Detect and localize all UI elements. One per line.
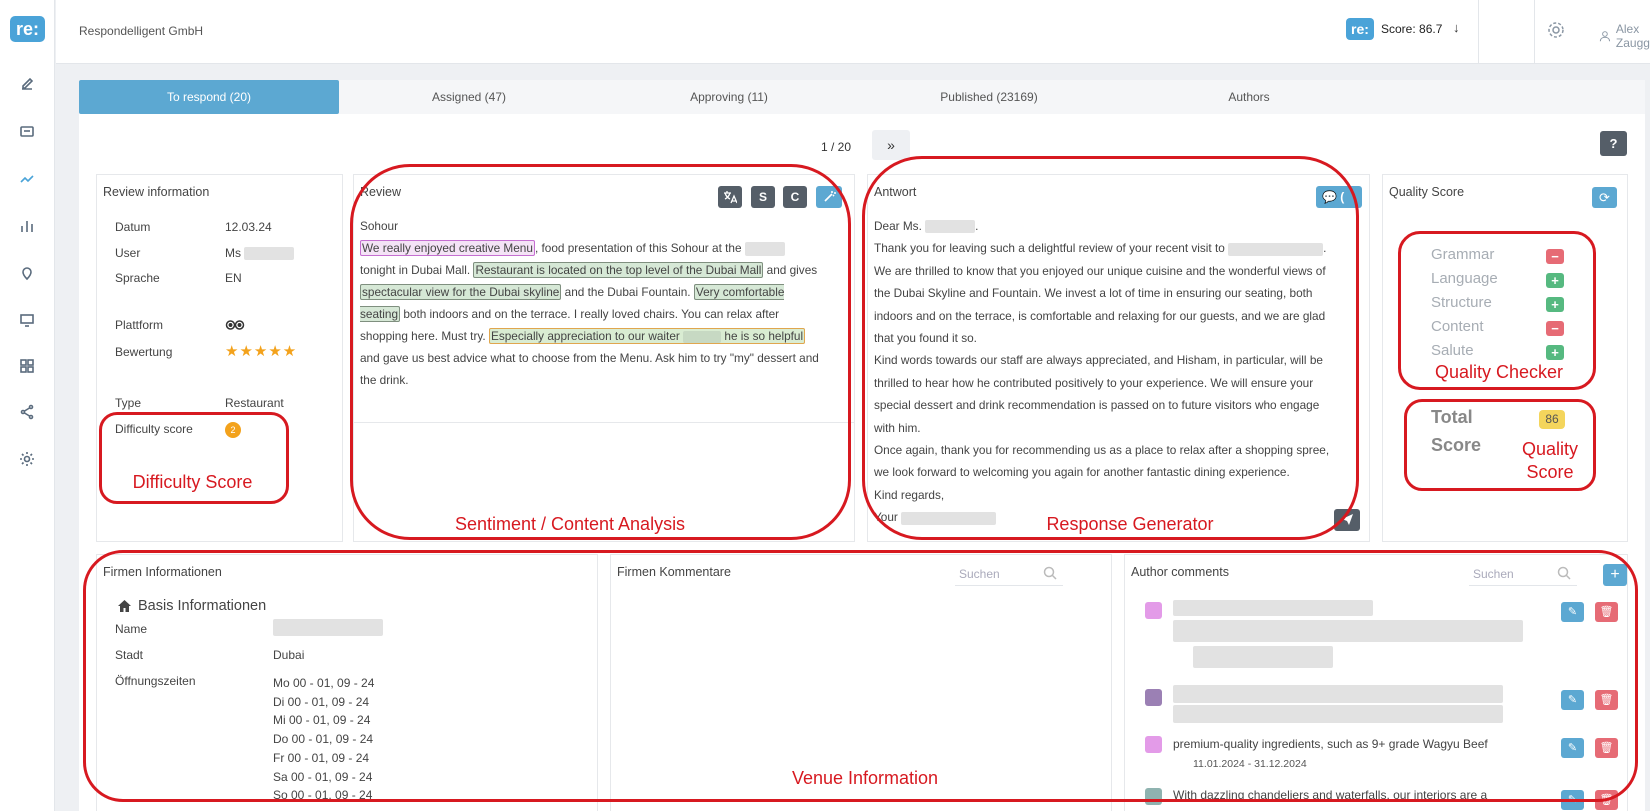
company-name: Respondelligent GmbH: [79, 24, 204, 38]
bar-chart-icon[interactable]: [17, 216, 37, 236]
rating-stars: ★★★★★: [225, 343, 298, 360]
gear-icon[interactable]: [1546, 20, 1566, 43]
type-value: Restaurant: [225, 396, 284, 410]
plattform-label: Plattform: [115, 318, 164, 332]
trending-icon[interactable]: [17, 169, 37, 189]
edit-icon[interactable]: [17, 74, 37, 94]
pager-count: 1 / 20: [821, 140, 852, 154]
datum-value: 12.03.24: [225, 220, 272, 234]
user-label: User: [115, 246, 141, 260]
tab-authors[interactable]: Authors: [1119, 80, 1379, 114]
settings-icon[interactable]: [17, 449, 37, 469]
tripadvisor-icon: [225, 318, 245, 334]
tab-approving[interactable]: Approving (11): [599, 80, 859, 114]
sprache-label: Sprache: [115, 271, 160, 285]
response-annotation-label: Response Generator: [1046, 514, 1214, 534]
tab-assigned[interactable]: Assigned (47): [339, 80, 599, 114]
tab-published[interactable]: Published (23169): [859, 80, 1119, 114]
comment-icon[interactable]: [17, 122, 37, 142]
response-annotation-box: [862, 156, 1359, 540]
bewertung-label: Bewertung: [115, 345, 173, 359]
user-icon: [1599, 31, 1611, 42]
type-label: Type: [115, 396, 142, 410]
top-bar: Respondelligent GmbH re: Score: 86.7 ↓ A…: [56, 0, 1650, 64]
app-root: re: Respondelligent GmbH re: Score: 86.7…: [0, 0, 1650, 811]
venue-annotation-box: [83, 550, 1638, 802]
quality-score-annotation-label: Quality Score: [1521, 439, 1579, 482]
difficulty-annotation-label: Difficulty Score: [132, 472, 253, 492]
user-value: Ms: [225, 246, 295, 261]
location-pin-icon[interactable]: [17, 263, 37, 283]
user-name: Alex Zaugg: [1615, 22, 1650, 50]
arrow-down-icon: ↓: [1453, 20, 1460, 35]
user-menu[interactable]: Alex Zaugg: [1599, 22, 1650, 50]
monitor-icon[interactable]: [17, 310, 37, 330]
score-logo: re:: [1346, 18, 1374, 40]
help-button[interactable]: ?: [1600, 131, 1627, 156]
venue-annotation-label: Venue Information: [791, 768, 939, 788]
tab-to-respond[interactable]: To respond (20): [79, 80, 339, 114]
grid-icon[interactable]: [17, 356, 37, 376]
quality-checker-annotation-label: Quality Checker: [1434, 362, 1564, 382]
review-info-title: Review information: [103, 185, 210, 199]
sentiment-annotation-box: [350, 164, 851, 540]
next-page-button[interactable]: »: [872, 130, 910, 160]
quality-title: Quality Score: [1389, 185, 1465, 199]
refresh-icon: ⟳: [1599, 190, 1610, 205]
sprache-value: EN: [225, 271, 242, 285]
datum-label: Datum: [115, 220, 151, 234]
tab-bar: To respond (20) Assigned (47) Approving …: [79, 80, 1645, 114]
refresh-button[interactable]: ⟳: [1592, 187, 1617, 208]
app-logo[interactable]: re:: [10, 16, 45, 42]
sidebar: re:: [0, 0, 55, 811]
share-icon[interactable]: [17, 402, 37, 422]
overall-score[interactable]: Score: 86.7: [1381, 22, 1442, 36]
sentiment-annotation-label: Sentiment / Content Analysis: [454, 514, 686, 534]
